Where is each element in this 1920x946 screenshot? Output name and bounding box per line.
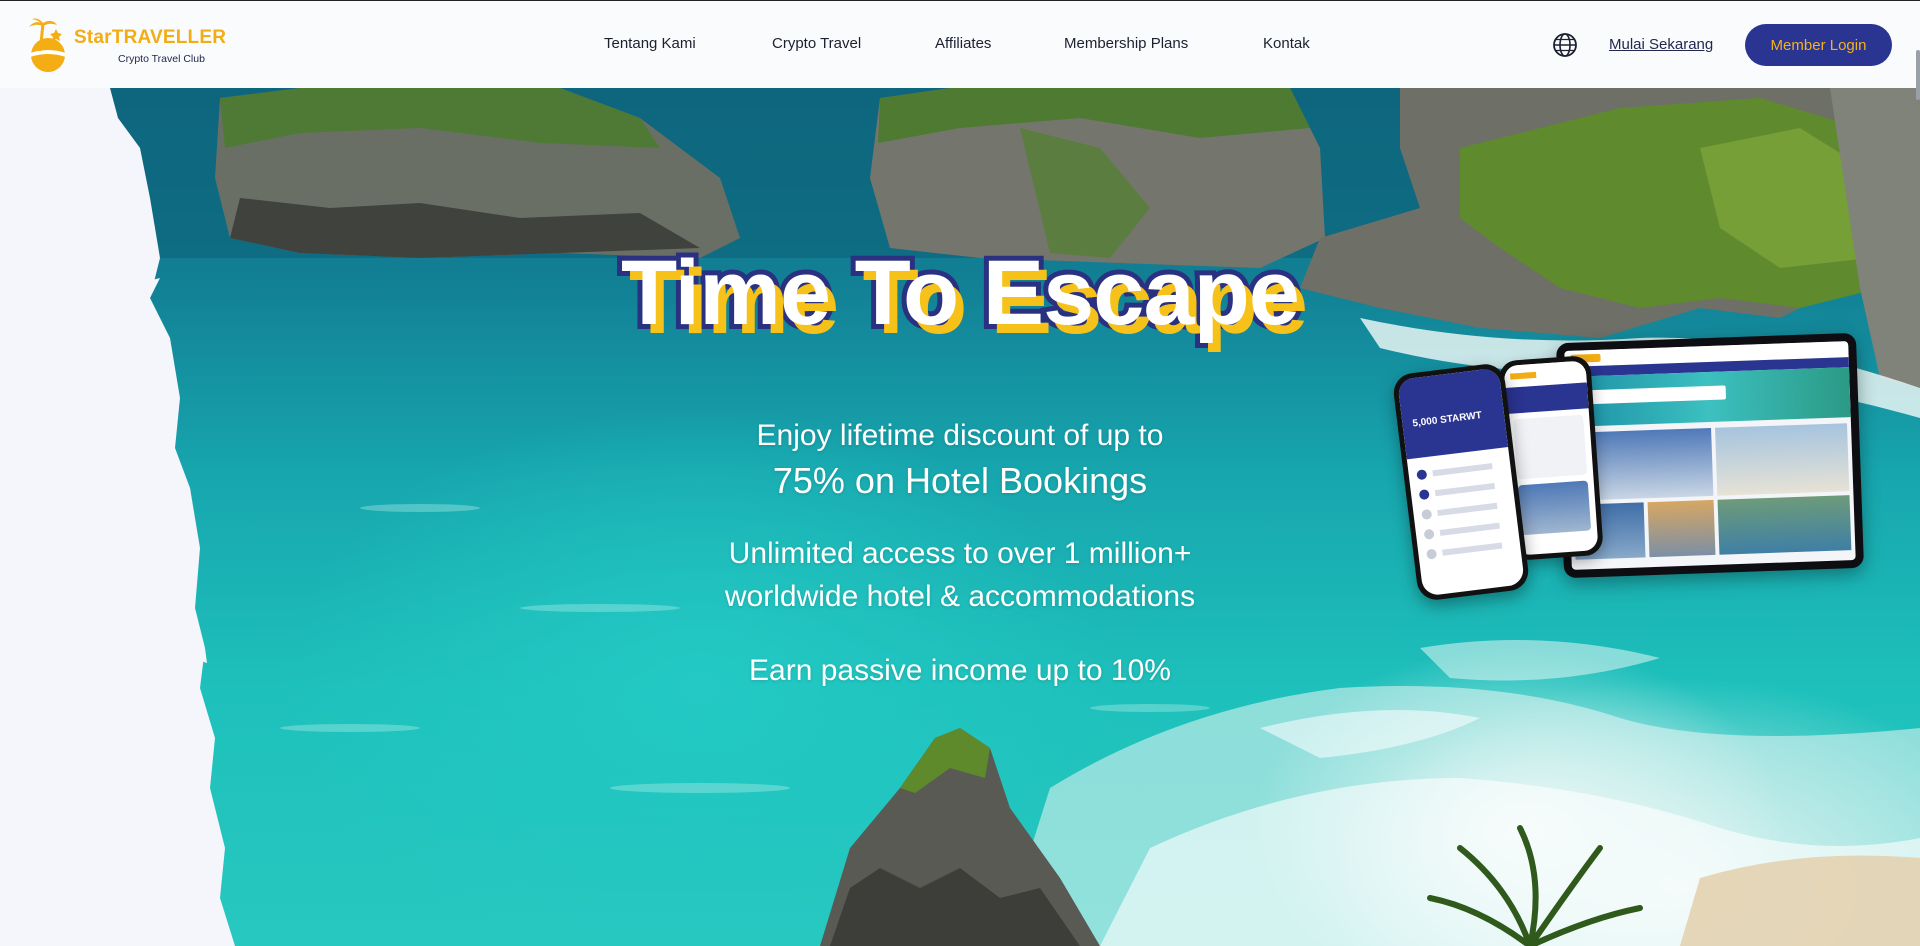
nav-item-crypto-travel[interactable]: Crypto Travel [772, 35, 861, 52]
device-mockup-image: 5,000 STARWT [1391, 332, 1875, 602]
globe-icon[interactable] [1552, 32, 1578, 58]
page-scrollbar[interactable] [1916, 50, 1920, 100]
hero-access-line-1: Unlimited access to over 1 million+ [728, 537, 1192, 570]
brand-logo[interactable]: StarTRAVELLER Crypto Travel Club [26, 17, 226, 73]
hero-discount-line-2: 75% on Hotel Bookings [772, 460, 1148, 501]
site-header: StarTRAVELLER Crypto Travel Club Tentang… [0, 0, 1920, 88]
member-login-button[interactable]: Member Login [1745, 24, 1892, 66]
get-started-link[interactable]: Mulai Sekarang [1609, 36, 1713, 53]
palm-sun-logo-icon [29, 18, 66, 72]
brush-stroke-edge [0, 88, 235, 946]
hero-access-line-2: worldwide hotel & accommodations [724, 580, 1196, 613]
nav-item-membership-plans[interactable]: Membership Plans [1064, 35, 1188, 52]
brand-tagline: Crypto Travel Club [118, 53, 205, 65]
nav-item-affiliates[interactable]: Affiliates [935, 35, 991, 52]
nav-item-tentang-kami[interactable]: Tentang Kami [604, 35, 696, 52]
hero-section: Time To Escape Enjoy lifetime discount o… [0, 88, 1920, 946]
hero-income-line: Earn passive income up to 10% [749, 654, 1171, 687]
brand-name: StarTRAVELLER [74, 27, 227, 48]
hero-discount-line-1: Enjoy lifetime discount of up to [756, 419, 1164, 452]
hero-headline: Time To Escape [616, 237, 1305, 349]
nav-item-kontak[interactable]: Kontak [1263, 35, 1310, 52]
